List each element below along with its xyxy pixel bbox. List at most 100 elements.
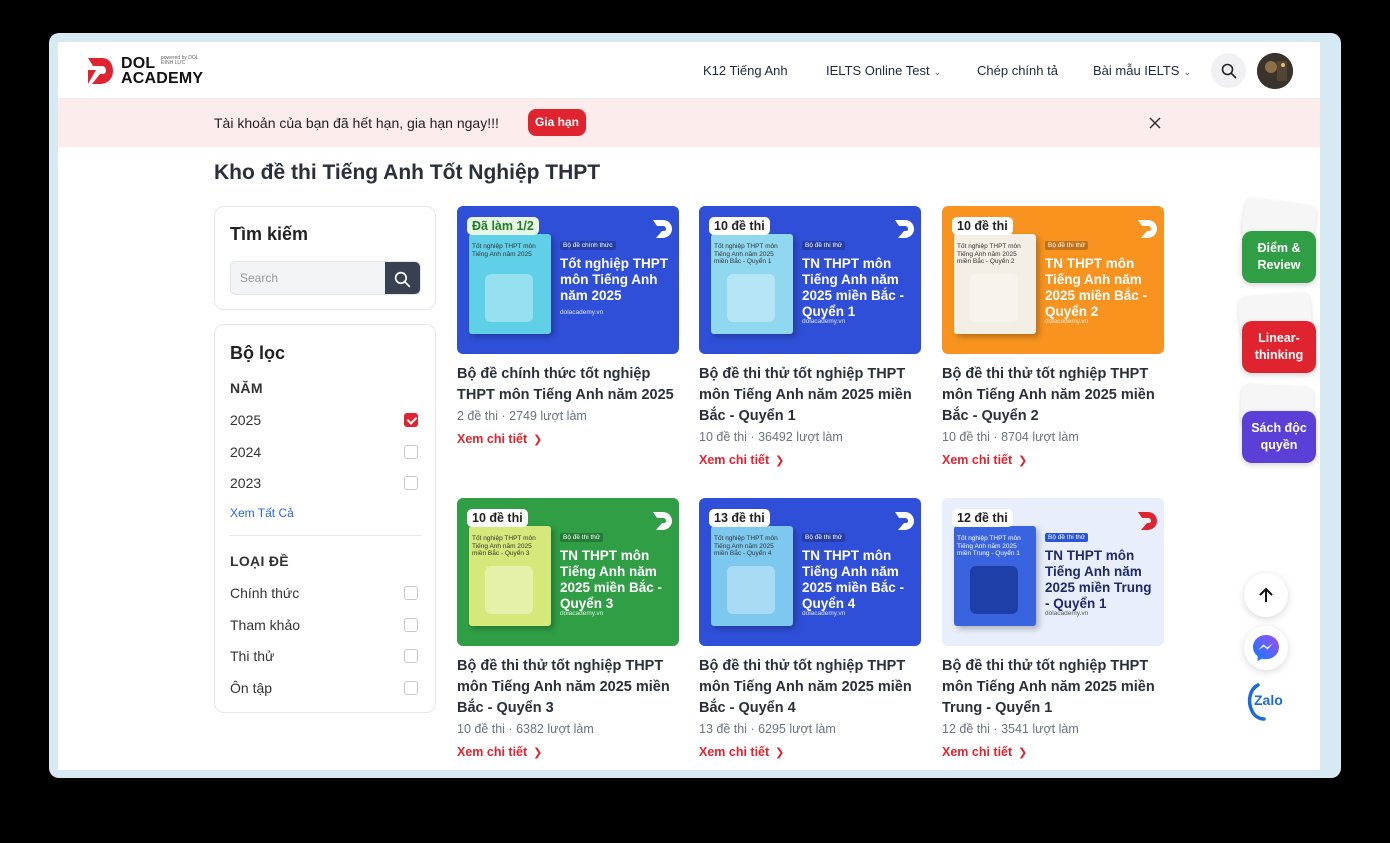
search-icon [394, 271, 411, 287]
checkbox[interactable] [404, 476, 418, 490]
see-all-years-link[interactable]: Xem Tất Cả [230, 506, 294, 520]
view-detail-link[interactable]: Xem chi tiết ❯ [457, 432, 542, 446]
rail-score-review[interactable]: Điểm & Review [1242, 231, 1316, 283]
card-badge: 10 đề thi [709, 217, 770, 235]
book-cover: Tốt nghiệp THPT môn Tiếng Anh năm 2025 m… [954, 234, 1036, 334]
view-detail-label: Xem chi tiết [457, 432, 528, 446]
nav-k12-english[interactable]: K12 Tiếng Anh [703, 63, 788, 78]
book-cover: Tốt nghiệp THPT môn Tiếng Anh năm 2025 m… [469, 526, 551, 626]
filter-option-label: 2025 [230, 412, 262, 428]
nav-ielts-samples[interactable]: Bài mẫu IELTS ⌄ [1093, 63, 1191, 78]
search-panel: Tìm kiếm [214, 206, 436, 310]
thumbnail-url: dolacademy.vn [802, 610, 846, 617]
view-detail-link[interactable]: Xem chi tiết ❯ [457, 745, 542, 759]
checkbox[interactable] [404, 586, 418, 600]
card-tag: Bộ đề thi thử [802, 241, 846, 250]
search-submit-button[interactable] [385, 262, 420, 294]
header: DOL ACADEMY powered by DOL ĐÌNH LỰC K12 … [58, 42, 1320, 99]
dol-logo-icon [895, 512, 914, 530]
book-cover-title: Tốt nghiệp THPT môn Tiếng Anh năm 2025 m… [714, 243, 778, 265]
card-badge: Đã làm 1/2 [467, 217, 539, 235]
thumbnail-title: Tốt nghiệp THPT môn Tiếng Anh năm 2025 [560, 256, 668, 303]
card-tag: Bộ đề thi thử [1045, 533, 1089, 542]
card-thumbnail[interactable]: Tốt nghiệp THPT môn Tiếng Anh năm 2025 m… [699, 206, 921, 354]
card-title[interactable]: Bộ đề thi thử tốt nghiệp THPT môn Tiếng … [942, 364, 1164, 427]
divider [230, 535, 421, 536]
nav-ielts-online-test[interactable]: IELTS Online Test ⌄ [826, 63, 941, 78]
rail-linear-thinking[interactable]: Linear-thinking [1242, 321, 1316, 373]
messenger-icon [1253, 635, 1279, 661]
card-thumbnail[interactable]: Tốt nghiệp THPT môn Tiếng Anh năm 2025 m… [942, 206, 1164, 354]
checkbox[interactable] [404, 445, 418, 459]
renew-button[interactable]: Gia hạn [528, 109, 587, 136]
card-thumbnail[interactable]: Tốt nghiệp THPT môn Tiếng Anh năm 2025 m… [457, 498, 679, 646]
filter-year-2023[interactable]: 2023 [230, 473, 421, 493]
dol-logo-icon [653, 220, 672, 238]
filter-year-2025[interactable]: 2025 [230, 410, 421, 430]
filter-type-review[interactable]: Ôn tập [230, 678, 421, 698]
checkbox[interactable] [404, 618, 418, 632]
card-meta: 10 đề thi · 36492 lượt làm [699, 430, 843, 444]
card-title[interactable]: Bộ đề thi thử tốt nghiệp THPT môn Tiếng … [699, 364, 921, 427]
view-detail-link[interactable]: Xem chi tiết ❯ [942, 453, 1027, 467]
card-thumbnail[interactable]: Tốt nghiệp THPT môn Tiếng Anh năm 2025 m… [942, 498, 1164, 646]
chevron-down-icon: ⌄ [1183, 67, 1192, 77]
checkbox[interactable] [404, 649, 418, 663]
chevron-right-icon: ❯ [1018, 455, 1028, 467]
chevron-right-icon: ❯ [775, 747, 785, 759]
dol-logo-icon [1138, 512, 1157, 530]
view-detail-link[interactable]: Xem chi tiết ❯ [699, 745, 784, 759]
card-tag: Bộ đề chính thức [560, 241, 616, 250]
nav-label: IELTS Online Test [826, 63, 930, 78]
card-title[interactable]: Bộ đề thi thử tốt nghiệp THPT môn Tiếng … [942, 656, 1164, 719]
close-icon[interactable] [1147, 115, 1163, 131]
nav-label: K12 Tiếng Anh [703, 63, 788, 78]
arrow-up-icon [1259, 587, 1273, 602]
zalo-label: Zalo [1254, 692, 1283, 708]
scroll-top-button[interactable] [1244, 573, 1288, 617]
chevron-right-icon: ❯ [1018, 747, 1028, 759]
card-title[interactable]: Bộ đề thi thử tốt nghiệp THPT môn Tiếng … [457, 656, 679, 719]
card-tag: Bộ đề thi thử [560, 533, 604, 542]
dol-logo-icon [88, 58, 113, 84]
checkbox[interactable] [404, 681, 418, 695]
zalo-button[interactable]: Zalo [1244, 679, 1288, 723]
card-title[interactable]: Bộ đề chính thức tốt nghiệp THPT môn Tiế… [457, 364, 679, 406]
search-input[interactable] [231, 262, 387, 294]
filter-option-label: Tham khảo [230, 617, 301, 633]
thumbnail-url: dolacademy.vn [802, 318, 846, 325]
view-detail-link[interactable]: Xem chi tiết ❯ [699, 453, 784, 467]
filter-type-mock[interactable]: Thi thử [230, 646, 421, 666]
dol-academy-logo[interactable]: DOL ACADEMY powered by DOL ĐÌNH LỰC [86, 54, 216, 88]
card-badge: 13 đề thi [709, 509, 770, 527]
filter-option-label: Thi thử [230, 648, 275, 664]
filter-year-2024[interactable]: 2024 [230, 442, 421, 462]
rail-exclusive-books[interactable]: Sách độc quyền [1242, 411, 1316, 463]
messenger-button[interactable] [1244, 626, 1288, 670]
page-title: Kho đề thi Tiếng Anh Tốt Nghiệp THPT [214, 161, 601, 184]
card-thumbnail[interactable]: Tốt nghiệp THPT môn Tiếng Anh năm 2025 Đ… [457, 206, 679, 354]
book-illustration [727, 274, 775, 322]
card-meta: 10 đề thi · 8704 lượt làm [942, 430, 1079, 444]
checkbox-checked[interactable] [404, 413, 418, 427]
nav-dictation[interactable]: Chép chính tả [977, 63, 1058, 78]
chevron-right-icon: ❯ [533, 747, 543, 759]
book-cover-title: Tốt nghiệp THPT môn Tiếng Anh năm 2025 m… [957, 535, 1021, 557]
chevron-right-icon: ❯ [775, 455, 785, 467]
thumbnail-url: dolacademy.vn [560, 309, 604, 316]
view-detail-link[interactable]: Xem chi tiết ❯ [942, 745, 1027, 759]
view-detail-label: Xem chi tiết [457, 745, 528, 759]
header-search-button[interactable] [1211, 53, 1246, 88]
book-cover: Tốt nghiệp THPT môn Tiếng Anh năm 2025 m… [711, 526, 793, 626]
dol-logo-icon [1138, 220, 1157, 238]
card-thumbnail[interactable]: Tốt nghiệp THPT môn Tiếng Anh năm 2025 m… [699, 498, 921, 646]
card-title[interactable]: Bộ đề thi thử tốt nghiệp THPT môn Tiếng … [699, 656, 921, 719]
book-illustration [970, 274, 1018, 322]
filter-type-reference[interactable]: Tham khảo [230, 615, 421, 635]
thumbnail-title: TN THPT môn Tiếng Anh năm 2025 miền Trun… [1045, 548, 1152, 611]
card-meta: 2 đề thi · 2749 lượt làm [457, 409, 587, 423]
user-avatar[interactable] [1257, 53, 1293, 89]
search-panel-title: Tìm kiếm [230, 224, 309, 244]
rail-label: Sách độc quyền [1251, 421, 1307, 452]
filter-type-official[interactable]: Chính thức [230, 583, 421, 603]
